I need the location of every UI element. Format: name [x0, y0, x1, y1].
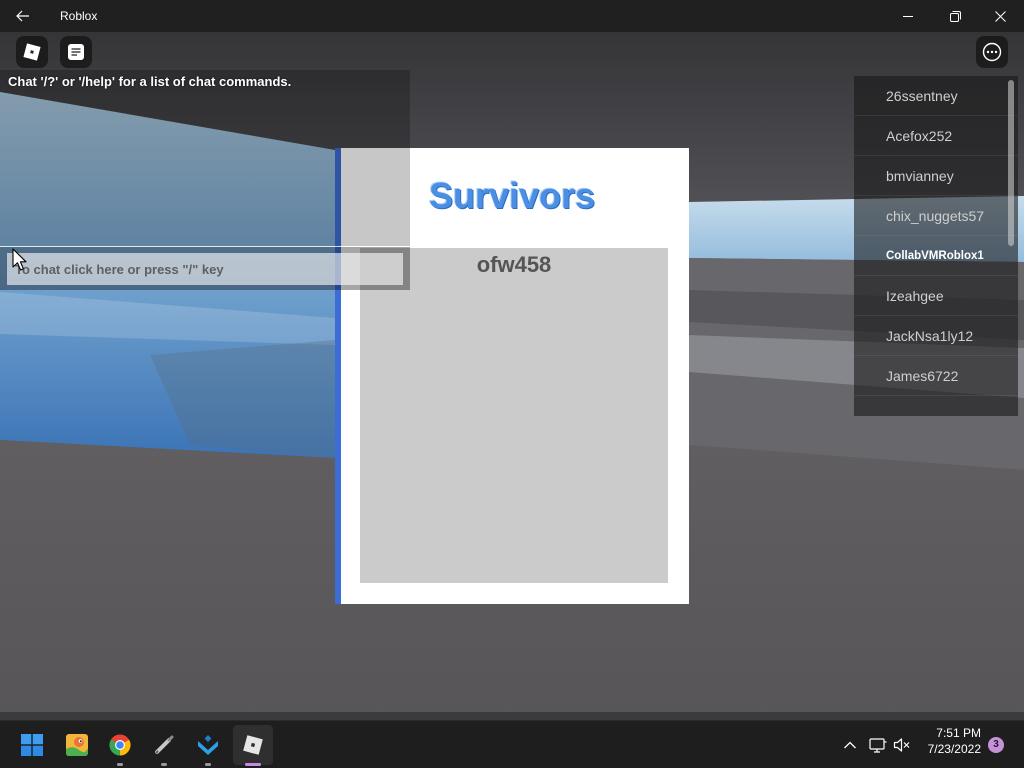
window-title: Roblox — [60, 9, 98, 23]
start-button[interactable] — [12, 725, 52, 765]
back-arrow-icon — [16, 10, 29, 22]
notification-badge[interactable]: 3 — [988, 737, 1004, 753]
player-name: 26ssentney — [886, 88, 958, 104]
window-title-bar: Roblox — [0, 0, 1024, 32]
chat-system-message: Chat '/?' or '/help' for a list of chat … — [8, 74, 292, 89]
chat-log: Chat '/?' or '/help' for a list of chat … — [0, 70, 410, 246]
player-row[interactable]: Acefox252 — [854, 116, 1018, 156]
player-row[interactable]: Izeahgee — [854, 276, 1018, 316]
restore-icon — [949, 10, 961, 22]
pen-tool-icon — [155, 735, 174, 754]
close-button[interactable] — [980, 0, 1020, 32]
taskbar-app-chrome[interactable] — [100, 725, 140, 766]
active-indicator — [245, 763, 261, 766]
running-indicator — [117, 763, 123, 766]
taskbar-app-cartoon[interactable] — [57, 725, 97, 765]
windows-start-icon — [21, 734, 43, 756]
player-list-scrollbar[interactable] — [1008, 80, 1014, 246]
roblox-menu-button[interactable] — [16, 36, 48, 68]
network-icon — [869, 738, 887, 753]
chat-input-bar — [0, 247, 410, 290]
player-row-local[interactable]: CollabVMRoblox1 — [854, 236, 1018, 276]
clock-time: 7:51 PM — [936, 726, 981, 740]
player-list[interactable]: 26ssentney Acefox252 bmvianney chix_nugg… — [854, 76, 1018, 416]
player-row[interactable]: 26ssentney — [854, 76, 1018, 116]
taskbar-app-pen[interactable] — [144, 725, 184, 766]
chat-icon — [68, 44, 84, 60]
chat-toggle-button[interactable] — [60, 36, 92, 68]
player-row[interactable]: JackNsa1ly12 — [854, 316, 1018, 356]
survivors-list: ofw458 — [360, 248, 668, 583]
player-name: JackNsa1ly12 — [886, 328, 974, 344]
clock-date: 7/23/2022 — [927, 742, 981, 756]
clock-button[interactable]: 7:51 PM 7/23/2022 — [905, 725, 981, 765]
roblox-logo-icon — [23, 43, 41, 61]
taskbar-app-blue-arrow[interactable] — [188, 725, 228, 766]
chevron-up-icon — [844, 741, 856, 749]
player-name: CollabVMRoblox1 — [886, 250, 984, 262]
blue-arrow-app-icon — [198, 735, 218, 755]
running-indicator — [205, 763, 211, 766]
player-name: James6722 — [886, 368, 959, 384]
player-row[interactable]: James6722 — [854, 356, 1018, 396]
player-row[interactable]: bmvianney — [854, 156, 1018, 196]
player-name: bmvianney — [886, 168, 954, 184]
tray-overflow-button[interactable] — [838, 725, 862, 765]
network-button[interactable] — [866, 725, 890, 765]
running-indicator — [161, 763, 167, 766]
cartoon-app-icon — [66, 734, 88, 756]
player-name: Izeahgee — [886, 288, 944, 304]
more-menu-button[interactable] — [976, 36, 1008, 68]
maximize-button[interactable] — [935, 0, 975, 32]
player-name: chix_nuggets57 — [886, 208, 985, 224]
chat-input[interactable] — [7, 253, 403, 285]
roblox-icon — [243, 735, 263, 755]
taskbar-app-roblox[interactable] — [233, 725, 273, 766]
more-options-icon — [982, 42, 1002, 62]
chat-window: Chat '/?' or '/help' for a list of chat … — [0, 70, 410, 290]
taskbar: 7:51 PM 7/23/2022 3 — [0, 720, 1024, 768]
minimize-button[interactable] — [888, 0, 928, 32]
minimize-icon — [903, 16, 913, 17]
back-button[interactable] — [10, 4, 36, 28]
mouse-cursor-icon — [12, 248, 27, 271]
player-name: Acefox252 — [886, 128, 953, 144]
chrome-icon — [109, 734, 131, 756]
close-icon — [994, 10, 1006, 22]
player-row[interactable]: chix_nuggets57 — [854, 196, 1018, 236]
scene-bottom-edge — [0, 712, 1024, 720]
